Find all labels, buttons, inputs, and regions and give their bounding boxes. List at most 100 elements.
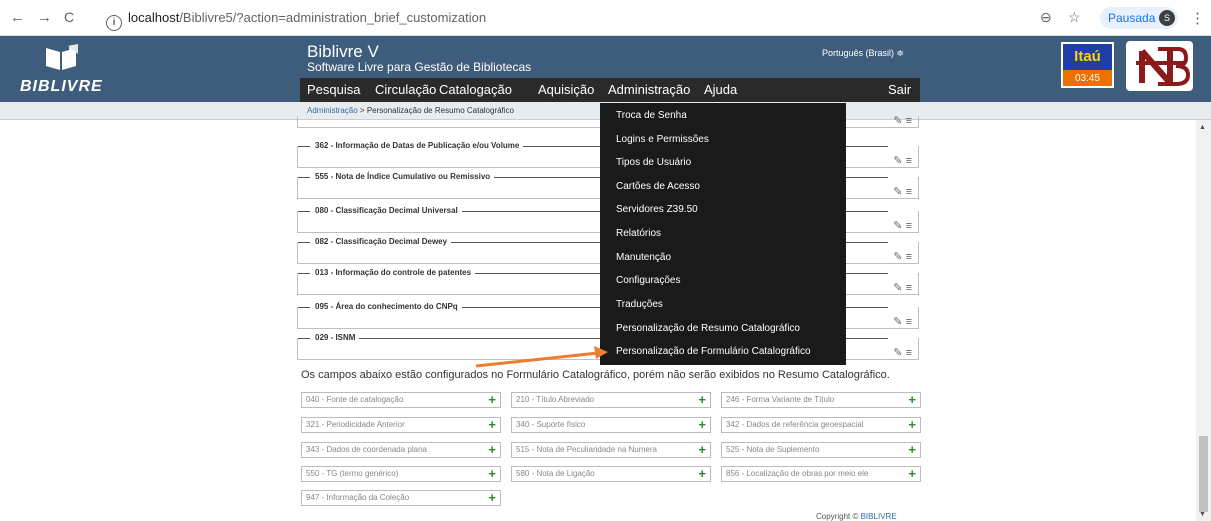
chip-label: 525 - Nota de Suplemento — [726, 445, 820, 454]
chip-label: 321 - Periodicidade Anterior — [306, 420, 405, 429]
chip-label: 210 - Título Abreviado — [516, 395, 595, 404]
nb-monogram-icon — [1136, 47, 1191, 86]
address-bar[interactable]: i localhost/Biblivre5/?action=administrat… — [106, 6, 1146, 31]
hidden-fields-note: Os campos abaixo estão configurados no F… — [301, 369, 890, 381]
breadcrumb-separator: > — [357, 106, 367, 115]
page-scrollbar[interactable]: ▲ ▼ — [1196, 120, 1211, 521]
field-tools[interactable]: ✎ ≡ — [893, 346, 912, 359]
menu-catalogacao[interactable]: Catalogação — [439, 82, 512, 97]
scroll-thumb[interactable] — [1199, 436, 1208, 512]
logout-button[interactable]: Sair — [888, 82, 911, 97]
add-icon[interactable]: + — [698, 443, 706, 457]
administracao-dropdown: Troca de Senha Logins e Permissões Tipos… — [600, 103, 846, 365]
dropdown-item-manutencao[interactable]: Manutenção — [616, 252, 671, 263]
add-icon[interactable]: + — [488, 418, 496, 432]
add-icon[interactable]: + — [908, 443, 916, 457]
dropdown-item-traducoes[interactable]: Traduções — [616, 299, 663, 310]
menu-administracao[interactable]: Administração — [608, 82, 690, 97]
field-tools[interactable]: ✎ ≡ — [893, 154, 912, 167]
menu-aquisicao[interactable]: Aquisição — [538, 82, 594, 97]
add-icon[interactable]: + — [488, 467, 496, 481]
menu-ajuda[interactable]: Ajuda — [704, 82, 737, 97]
chip-label: 550 - TG (termo genérico) — [306, 469, 399, 478]
available-field-chip[interactable]: 210 - Título Abreviado + — [511, 392, 711, 408]
browser-toolbar: ← → C i localhost/Biblivre5/?action=admin… — [0, 0, 1211, 36]
available-field-chip[interactable]: 525 - Nota de Suplemento + — [721, 442, 921, 458]
field-label: 082 - Classificação Decimal Dewey — [315, 237, 452, 246]
profile-paused-button[interactable]: Pausada S — [1100, 7, 1178, 29]
chip-label: 856 - Localização de obras por meio ele — [726, 469, 869, 478]
menu-circulacao[interactable]: Circulação — [375, 82, 436, 97]
dropdown-item-servidores[interactable]: Servidores Z39.50 — [616, 204, 698, 215]
field-tools[interactable]: ✎ ≡ — [893, 114, 912, 127]
app-title: Biblivre V — [307, 42, 379, 61]
add-icon[interactable]: + — [698, 467, 706, 481]
field-tools[interactable]: ✎ ≡ — [893, 315, 912, 328]
add-icon[interactable]: + — [908, 393, 916, 407]
scroll-down-icon[interactable]: ▼ — [1199, 511, 1206, 518]
add-icon[interactable]: + — [488, 393, 496, 407]
dropdown-item-troca-senha[interactable]: Troca de Senha — [616, 110, 687, 121]
avatar: S — [1159, 10, 1175, 26]
field-label: 029 - ISNM — [315, 333, 360, 342]
main-content: ✎ ≡ 362 - Informação de Datas de Publica… — [0, 115, 1196, 521]
available-field-chip[interactable]: 340 - Suporte físico + — [511, 417, 711, 433]
dropdown-item-configuracoes[interactable]: Configurações — [616, 275, 680, 286]
add-icon[interactable]: + — [698, 418, 706, 432]
add-icon[interactable]: + — [908, 418, 916, 432]
breadcrumb-current: Personalização de Resumo Catalográfico — [366, 106, 515, 115]
available-field-chip[interactable]: 343 - Dados de coordenada plana + — [301, 442, 501, 458]
field-label: 095 - Área do conhecimento do CNPq — [315, 302, 462, 311]
add-icon[interactable]: + — [488, 491, 496, 505]
breadcrumb-administracao-link[interactable]: Administração — [307, 106, 358, 115]
dropdown-item-relatorios[interactable]: Relatórios — [616, 228, 661, 239]
scroll-up-icon[interactable]: ▲ — [1199, 124, 1206, 131]
add-icon[interactable]: + — [488, 443, 496, 457]
chip-label: 340 - Suporte físico — [516, 420, 586, 429]
dropdown-item-cartoes[interactable]: Cartões de Acesso — [616, 181, 700, 192]
field-tools[interactable]: ✎ ≡ — [893, 219, 912, 232]
menu-icon[interactable]: ⋮ — [1190, 9, 1205, 27]
add-icon[interactable]: + — [698, 393, 706, 407]
logo-text: BIBLIVRE — [20, 78, 103, 95]
field-label: 555 - Nota de Índice Cumulativo ou Remis… — [315, 172, 495, 181]
language-select[interactable]: Português (Brasil) ≑ — [822, 48, 904, 59]
available-field-chip[interactable]: 246 - Forma Variante de Título + — [721, 392, 921, 408]
chip-label: 947 - Informação da Coleção — [306, 493, 410, 502]
field-tools[interactable]: ✎ ≡ — [893, 250, 912, 263]
nb-logo — [1126, 41, 1193, 91]
menu-pesquisa[interactable]: Pesquisa — [307, 82, 360, 97]
add-icon[interactable]: + — [908, 467, 916, 481]
forward-icon[interactable]: → — [37, 9, 52, 26]
star-icon[interactable]: ☆ — [1068, 9, 1081, 26]
main-menu: Pesquisa Circulação Catalogação Aquisiçã… — [300, 78, 920, 102]
reload-icon[interactable]: C — [64, 9, 74, 25]
available-field-chip[interactable]: 342 - Dados de referência geoespacial + — [721, 417, 921, 433]
available-field-chip[interactable]: 040 - Fonte de catalogação + — [301, 392, 501, 408]
chip-label: 040 - Fonte de catalogação — [306, 395, 404, 404]
available-field-chip[interactable]: 515 - Nota de Peculiaridade na Numera + — [511, 442, 711, 458]
copyright: Copyright © BIBLIVRE — [816, 512, 897, 521]
available-field-chip[interactable]: 550 - TG (termo genérico) + — [301, 466, 501, 482]
field-label: 080 - Classificação Decimal Universal — [315, 206, 462, 215]
info-icon[interactable]: i — [106, 15, 122, 31]
dropdown-item-resumo[interactable]: Personalização de Resumo Catalográfico — [616, 323, 800, 334]
dropdown-item-formulario[interactable]: Personalização de Formulário Catalográfi… — [616, 346, 811, 357]
dropdown-item-tipos-usuario[interactable]: Tipos de Usuário — [616, 157, 691, 168]
book-icon — [46, 44, 78, 70]
available-field-chip[interactable]: 580 - Nota de Ligação + — [511, 466, 711, 482]
dropdown-item-logins[interactable]: Logins e Permissões — [616, 134, 709, 145]
field-tools[interactable]: ✎ ≡ — [893, 281, 912, 294]
chip-label: 342 - Dados de referência geoespacial — [726, 420, 864, 429]
available-field-chip[interactable]: 947 - Informação da Coleção + — [301, 490, 501, 506]
available-field-chip[interactable]: 856 - Localização de obras por meio ele + — [721, 466, 921, 482]
available-field-chip[interactable]: 321 - Periodicidade Anterior + — [301, 417, 501, 433]
field-label: 013 - Informação do controle de patentes — [315, 268, 476, 277]
itau-time: 03:45 — [1061, 70, 1114, 88]
app-header: BIBLIVRE Biblivre V Software Livre para … — [0, 36, 1211, 102]
biblivre-logo[interactable]: BIBLIVRE — [16, 42, 126, 96]
field-tools[interactable]: ✎ ≡ — [893, 185, 912, 198]
copyright-link[interactable]: BIBLIVRE — [861, 512, 897, 521]
zoom-icon[interactable]: ⊖ — [1040, 9, 1052, 26]
back-icon[interactable]: ← — [10, 9, 25, 26]
